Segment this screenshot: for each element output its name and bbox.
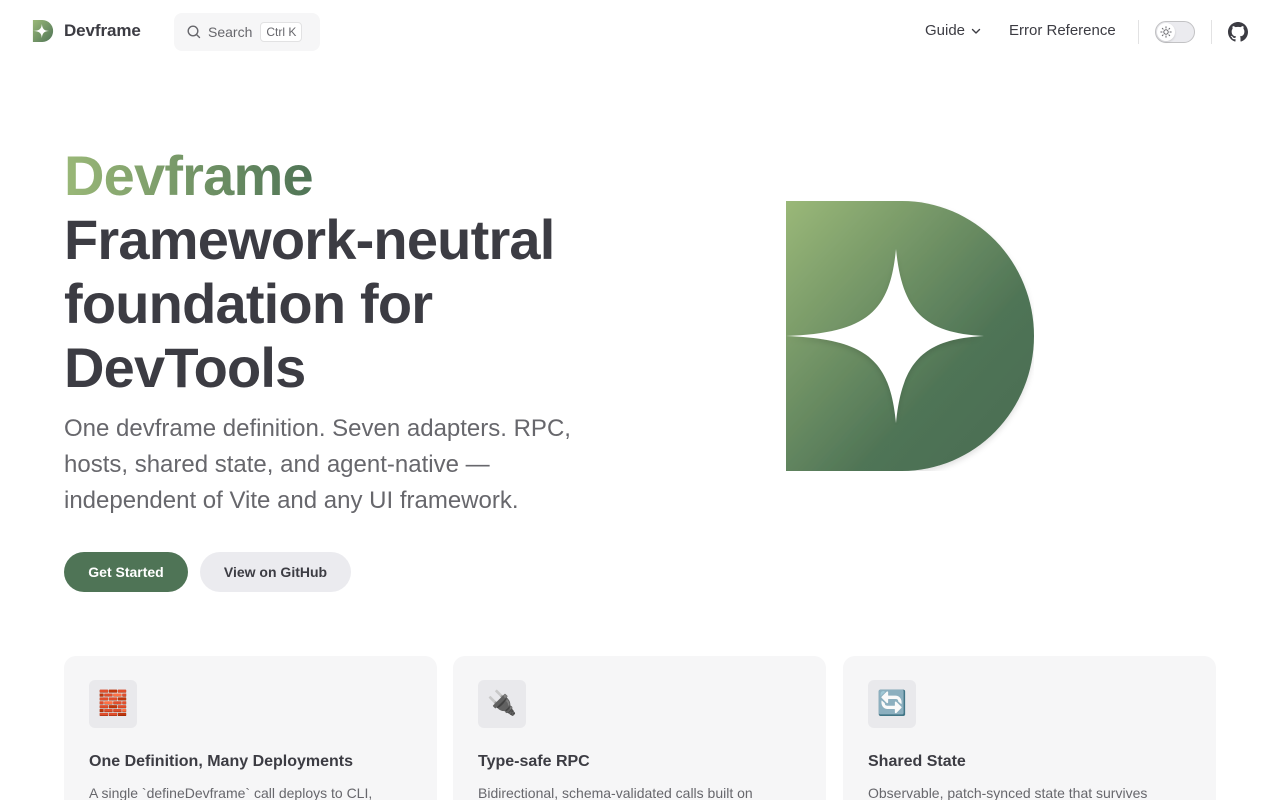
devframe-logo-icon [32,20,54,42]
refresh-icon: 🔄 [868,680,916,728]
feature-details: Observable, patch-synced state that surv… [868,785,1148,800]
nav-guide-menu[interactable]: Guide [925,22,983,39]
feature-details: A single `defineDevframe` call deploys t… [89,785,373,800]
feature-card: 🧱 One Definition, Many Deployments A sin… [64,656,437,800]
feature-title: Type-safe RPC [478,753,590,770]
github-icon [1228,22,1248,42]
hero-tagline: One devframe definition. Seven adapters.… [64,415,571,514]
brand-name: Devframe [64,21,141,40]
brand-link[interactable]: Devframe [32,20,141,42]
plug-icon: 🔌 [478,680,526,728]
get-started-button[interactable]: Get Started [64,552,188,592]
search-icon [187,25,201,39]
feature-card: 🔌 Type-safe RPC Bidirectional, schema-va… [453,656,826,800]
sun-icon [1160,26,1172,38]
brick-icon: 🧱 [89,680,137,728]
nav-error-reference[interactable]: Error Reference [1009,22,1116,39]
search-button[interactable]: Search Ctrl K [174,13,320,51]
nav-divider [1138,20,1139,44]
view-on-github-button[interactable]: View on GitHub [200,552,351,592]
feature-details: Bidirectional, schema-validated calls bu… [478,785,753,800]
nav-guide-label: Guide [925,22,966,39]
top-nav: Devframe Search Ctrl K Guide Error Refer… [0,0,1280,64]
feature-card: 🔄 Shared State Observable, patch-synced … [843,656,1216,800]
devframe-logo-icon [786,201,1034,471]
hero-logo [786,201,1034,471]
nav-divider [1211,20,1212,44]
appearance-toggle[interactable] [1155,21,1195,43]
toggle-knob [1157,23,1175,41]
feature-title: Shared State [868,753,966,770]
github-link[interactable] [1228,22,1248,42]
search-shortcut: Ctrl K [260,22,303,42]
chevron-down-icon [971,28,981,34]
hero-name: Devframe [64,144,314,207]
search-label: Search [208,24,253,40]
hero-title: Framework-neutral foundation for DevTool… [64,208,555,399]
feature-title: One Definition, Many Deployments [89,753,354,770]
